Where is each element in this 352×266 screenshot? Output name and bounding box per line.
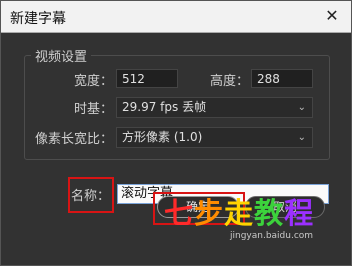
pixel-aspect-value: 方形像素 (1.0) [122, 130, 203, 144]
close-icon[interactable]: ✕ [321, 5, 343, 27]
timebase-label: 时基： [73, 102, 113, 117]
pixel-aspect-label: 像素长宽比： [34, 132, 113, 147]
dialog-titlebar: 新建字幕 ✕ [1, 1, 351, 33]
chevron-down-icon: ⌄ [297, 102, 306, 113]
watermark-char: 程 [284, 196, 315, 230]
watermark-char: 步 [194, 196, 225, 230]
new-title-dialog: 新建字幕 ✕ 视频设置 宽度： 512 高度： 288 时基： 29.97 fp… [0, 0, 352, 266]
watermark-url: jingyan.baidu.com [230, 231, 314, 241]
height-label: 高度： [209, 74, 249, 89]
dialog-title: 新建字幕 [10, 11, 66, 27]
name-label: 名称： [71, 189, 111, 204]
chevron-down-icon: ⌄ [297, 132, 306, 143]
timebase-value: 29.97 fps 丢帧 [122, 100, 207, 114]
watermark-char: 七 [164, 196, 195, 230]
watermark-char: 教 [254, 196, 285, 230]
timebase-select[interactable]: 29.97 fps 丢帧 ⌄ [116, 97, 313, 118]
width-label: 宽度： [73, 74, 113, 89]
tutorial-watermark: 七步走教程 [164, 190, 314, 232]
watermark-char: 走 [224, 196, 255, 230]
pixel-aspect-select[interactable]: 方形像素 (1.0) ⌄ [116, 127, 313, 148]
width-input[interactable]: 512 [116, 69, 178, 88]
video-settings-legend: 视频设置 [35, 50, 88, 65]
height-input[interactable]: 288 [251, 69, 313, 88]
